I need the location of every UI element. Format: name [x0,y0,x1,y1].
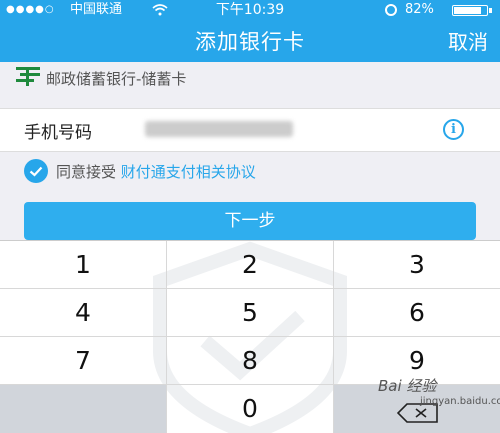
rotation-lock-icon [385,4,397,16]
key-5[interactable]: 5 [167,289,334,337]
key-1[interactable]: 1 [0,241,167,289]
key-7[interactable]: 7 [0,337,167,385]
status-bar: ●●●●○ 中国联通 下午10:39 82% [0,0,500,20]
phone-number-label: 手机号码 [24,123,92,143]
key-2[interactable]: 2 [167,241,334,289]
cancel-button[interactable]: 取消 [448,26,488,55]
agreement-prefix: 同意接受 [56,163,117,181]
app-header: ●●●●○ 中国联通 下午10:39 82% 添加银行卡 取消 [0,0,500,62]
agreement-link[interactable]: 财付通支付相关协议 [121,163,256,181]
key-8[interactable]: 8 [167,337,334,385]
phone-number-input[interactable]: ●●●●●●●●●●● [145,121,293,137]
baidu-watermark: Bai 经验 [378,377,437,395]
info-icon[interactable]: i [443,119,464,140]
page-title: 添加银行卡 [195,30,305,54]
key-3[interactable]: 3 [334,241,500,289]
baidu-watermark-url: jingyan.baidu.com [420,396,500,407]
key-blank [0,385,167,433]
checkbox-checked-icon[interactable] [24,159,48,183]
china-post-logo-icon [16,67,40,86]
key-6[interactable]: 6 [334,289,500,337]
key-0[interactable]: 0 [167,385,334,433]
bank-name: 邮政储蓄银行-储蓄卡 [46,70,187,88]
key-4[interactable]: 4 [0,289,167,337]
next-step-button[interactable]: 下一步 [24,202,476,240]
battery-icon [452,5,492,16]
battery-percent: 82% [405,2,434,17]
agreement-text: 同意接受 财付通支付相关协议 [56,161,256,182]
